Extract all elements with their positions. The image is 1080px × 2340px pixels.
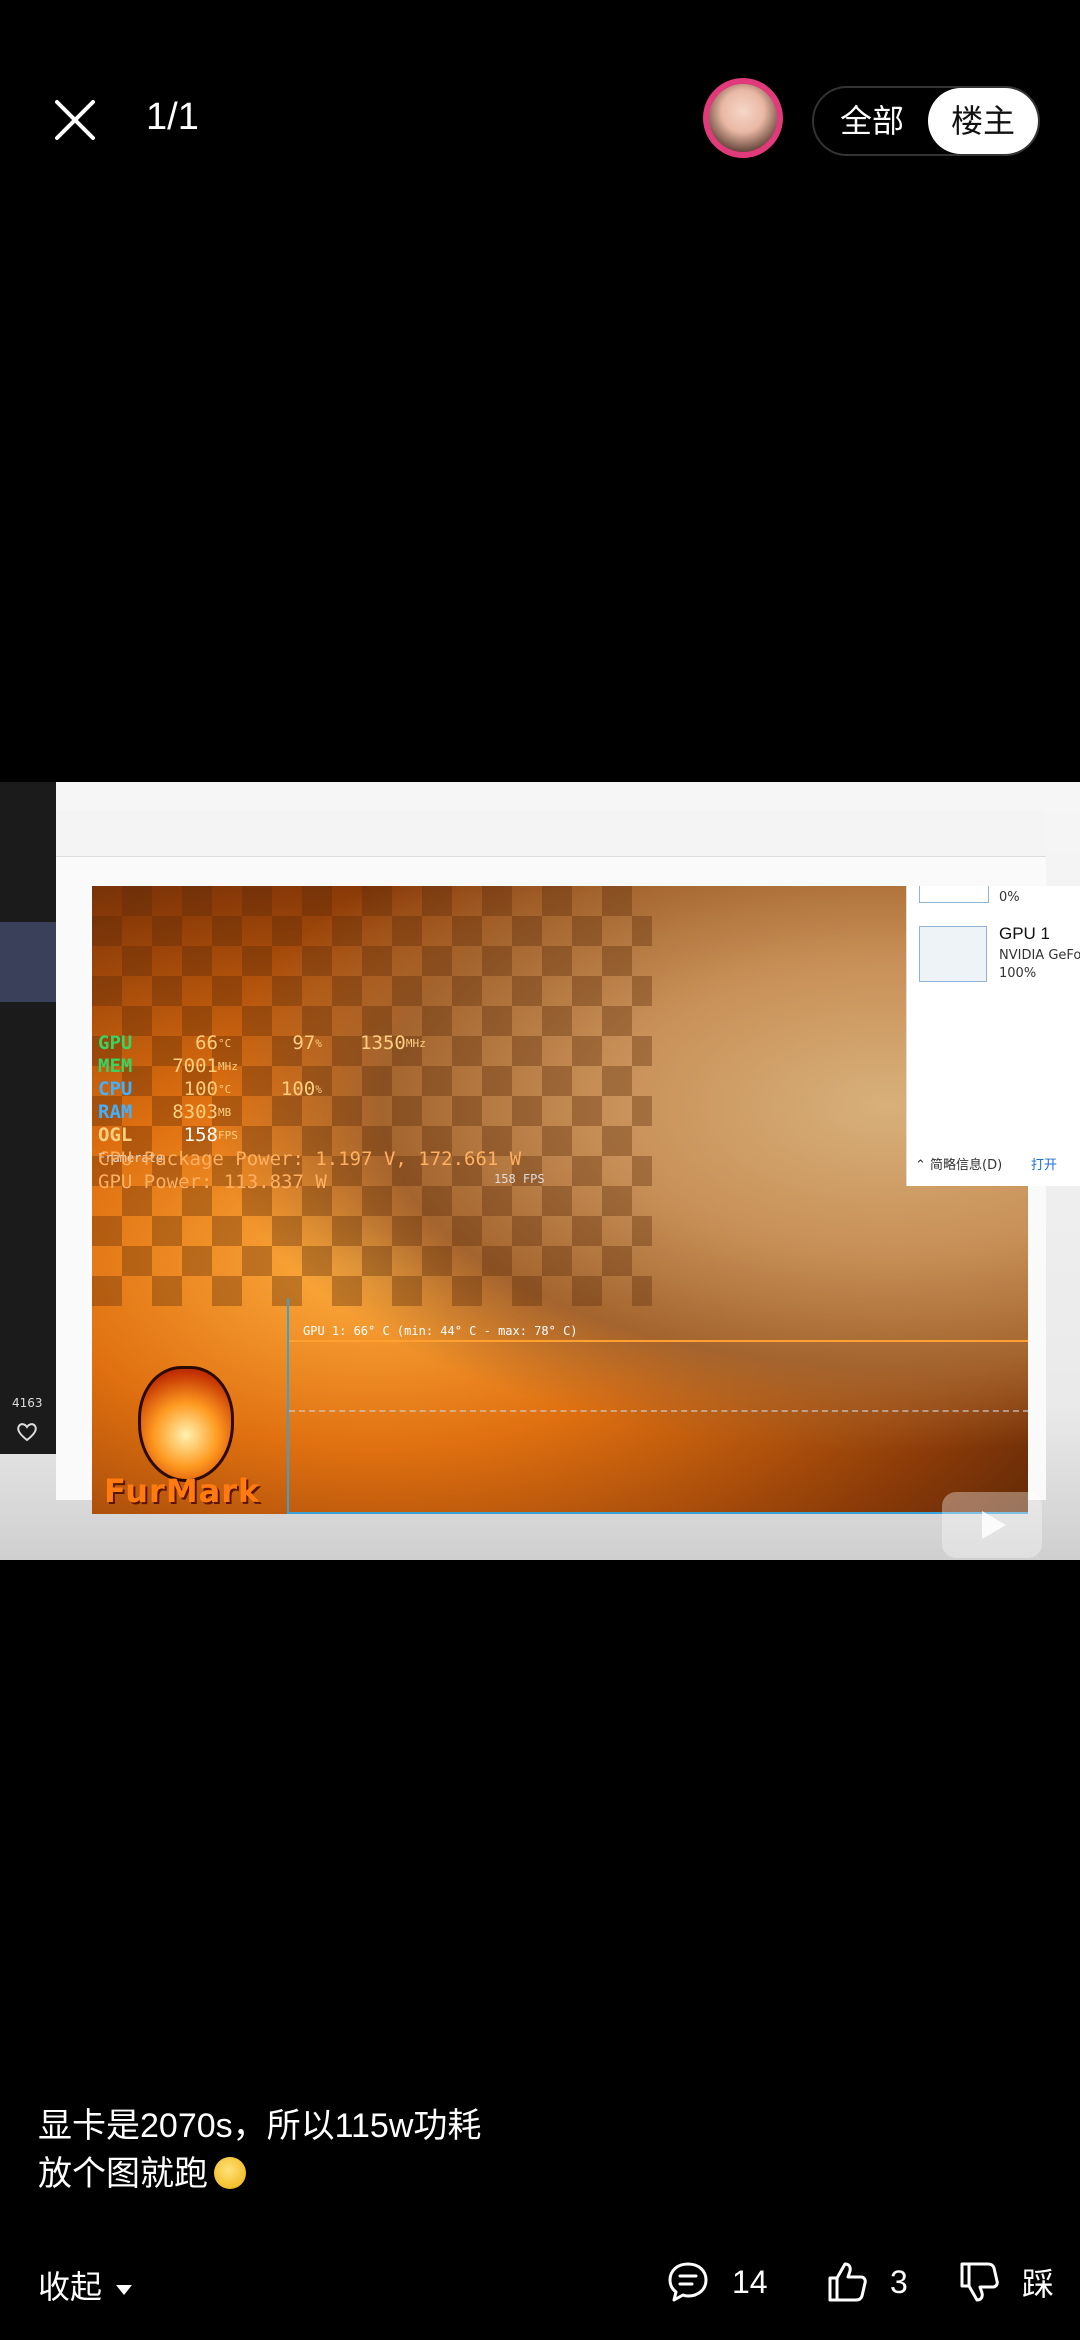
window-toolbar (56, 810, 1046, 857)
collapse-button[interactable]: 收起 (38, 2262, 133, 2308)
dislike-label: 踩 (1022, 2266, 1055, 2302)
task-manager-panel: 0% GPU 1 NVIDIA GeFo 100% ⌃ 简略信息(D) 打开 (906, 886, 1080, 1186)
furmark-render: GPU 66°C 97% 1350MHz MEM 7001MHz CPU 100°C 100… (92, 886, 1028, 1514)
image-counter: 1/1 (146, 96, 199, 138)
gpu1-name: NVIDIA GeFo (999, 948, 1080, 963)
power-readout: CPU Package Power: 1.197 V, 172.661 W GP… (98, 1148, 521, 1194)
post-caption: 显卡是2070s，所以115w功耗 放个图就跑 (38, 2102, 481, 2198)
like-count: 3 (890, 2263, 908, 2300)
thumbs-up-icon (828, 2262, 867, 2302)
caret-down-icon (116, 2284, 133, 2295)
phone-screen (0, 922, 56, 1002)
osd-row-ogl: OGL 158FPS (98, 1124, 238, 1146)
play-button[interactable] (942, 1492, 1042, 1558)
emoji-icon (214, 2157, 246, 2189)
avatar[interactable] (703, 78, 783, 158)
osd-row-mem: MEM 7001MHz (98, 1055, 238, 1077)
comment-button[interactable]: 14 (666, 2252, 768, 2312)
gpu1-percent: 100% (999, 966, 1037, 981)
osd-row-cpu: CPU 100°C 100% (98, 1078, 322, 1100)
gpu1-thumbnail (919, 926, 987, 982)
temperature-line (289, 1340, 1028, 1342)
comment-icon (668, 2262, 708, 2302)
furmark-logo: FurMark (98, 1366, 268, 1514)
close-icon (55, 100, 95, 140)
temperature-dashed-line (289, 1410, 1028, 1412)
like-button[interactable]: 3 (826, 2252, 908, 2312)
caption-line-2: 放个图就跑 (38, 2150, 481, 2198)
gpu0-thumbnail (919, 886, 989, 903)
comment-count: 14 (732, 2263, 768, 2300)
gpu1-title: GPU 1 (999, 924, 1051, 943)
filter-all-option[interactable]: 全部 (822, 88, 922, 154)
phone-like-count: 4163 (12, 1396, 43, 1410)
phone-edge: 4163 (0, 782, 56, 1454)
close-button[interactable] (40, 85, 110, 155)
gpu0-percent: 0% (999, 890, 1020, 905)
temperature-graph-label: GPU 1: 66° C (min: 44° C - max: 78° C) (303, 1324, 578, 1338)
open-link: 打开 (1031, 1158, 1058, 1173)
brief-info-link: ⌃ 简略信息(D) (915, 1158, 1003, 1173)
thumbs-down-icon (960, 2262, 999, 2302)
post-image[interactable]: 4163 GPU 66°C 97% 1350MHz MEM 7001MHz CPU 100… (0, 782, 1080, 1560)
osd-row-ram: RAM 8303MB (98, 1101, 232, 1123)
gpu-power-line: GPU Power: 113.837 W (98, 1171, 327, 1193)
osd-row-gpu: GPU 66°C 97% 1350MHz (98, 1032, 426, 1054)
play-icon (982, 1511, 1006, 1539)
furmark-logo-text: FurMark (104, 1472, 261, 1510)
cpu-power-line: CPU Package Power: 1.197 V, 172.661 W (98, 1148, 522, 1170)
dislike-button[interactable]: 踩 (958, 2252, 1054, 2312)
flame-icon (138, 1366, 234, 1482)
monitor-window: GPU 66°C 97% 1350MHz MEM 7001MHz CPU 100°C 100… (56, 810, 1080, 1514)
heart-icon (16, 1422, 38, 1446)
filter-toggle[interactable]: 全部 楼主 (812, 86, 1040, 156)
avatar-image (709, 84, 777, 152)
caption-line-1: 显卡是2070s，所以115w功耗 (38, 2107, 482, 2145)
temperature-graph: GPU 1: 66° C (min: 44° C - max: 78° C) (287, 1298, 1028, 1514)
filter-op-option[interactable]: 楼主 (928, 88, 1038, 154)
